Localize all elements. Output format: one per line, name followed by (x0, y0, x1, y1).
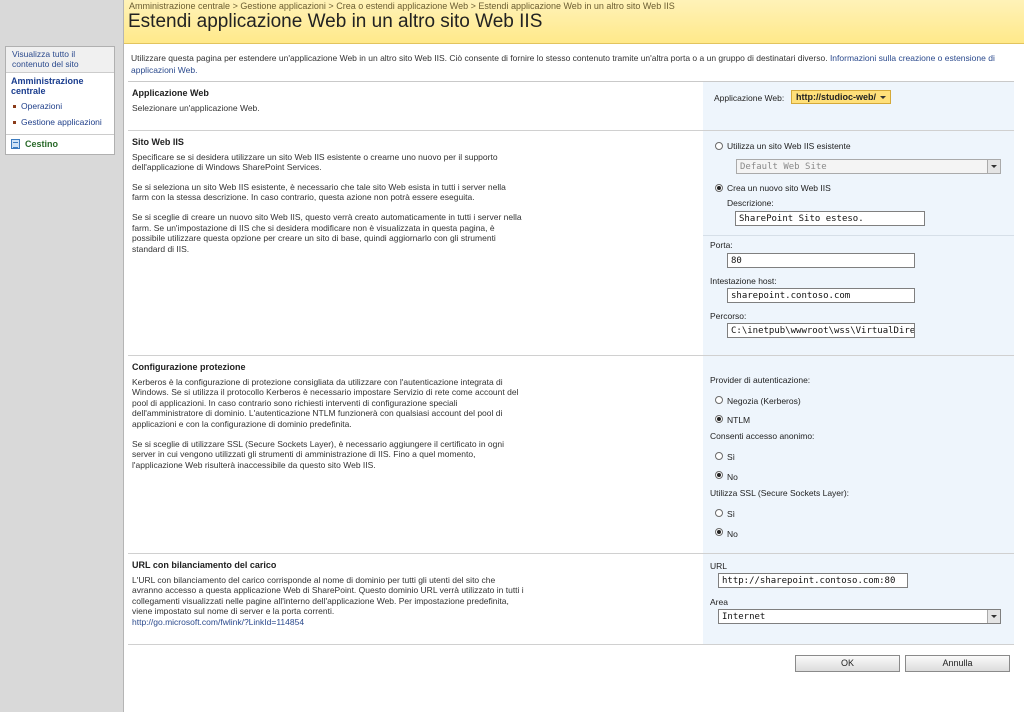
path-label: Percorso: (710, 311, 747, 321)
auth-provider-label: Provider di autenticazione: (710, 375, 811, 385)
section-paragraph: L'URL con bilanciamento del carico corri… (132, 575, 524, 628)
breadcrumb: Amministrazione centrale > Gestione appl… (129, 1, 675, 11)
section-info: Applicazione Web Selezionare un'applicaz… (132, 88, 524, 122)
existing-site-value: Default Web Site (740, 162, 827, 172)
breadcrumb-separator: > (232, 1, 238, 11)
description-input[interactable]: SharePoint Sito esteso. (735, 211, 925, 226)
section-title: URL con bilanciamento del carico (132, 560, 277, 570)
section-info: Sito Web IIS Specificare se si desidera … (132, 137, 524, 263)
use-existing-site-label: Utilizza un sito Web IIS esistente (727, 141, 851, 151)
bullet-icon (13, 104, 16, 108)
section-title: Configurazione protezione (132, 362, 246, 372)
section-paragraph: Specificare se si desidera utilizzare un… (132, 151, 498, 173)
section-paragraph: Kerberos è la configurazione di protezio… (132, 376, 519, 429)
ssl-no-radio[interactable] (715, 528, 723, 536)
nav-item-application-management[interactable]: Gestione applicazioni (6, 114, 114, 130)
section-controls: Applicazione Web: http://studioc-web/ (703, 82, 1014, 130)
web-application-label: Applicazione Web: (714, 93, 785, 103)
anonymous-yes-radio[interactable] (715, 452, 723, 460)
ntlm-label: NTLM (727, 415, 751, 425)
breadcrumb-item-create-extend[interactable]: Crea o estendi applicazione Web (336, 1, 468, 11)
anonymous-access-label: Consenti accesso anonimo: (710, 431, 815, 441)
path-input[interactable]: C:\inetpub\wwwroot\wss\VirtualDirector (727, 323, 915, 338)
anonymous-no-radio[interactable] (715, 471, 723, 479)
section-info: Configurazione protezione Kerberos è la … (132, 362, 524, 479)
section-description: Selezionare un'applicazione Web. (132, 102, 260, 113)
recycle-bin-label: Cestino (25, 139, 59, 149)
breadcrumb-item-central-admin[interactable]: Amministrazione centrale (129, 1, 230, 11)
help-link[interactable]: http://go.microsoft.com/fwlink/?LinkId=1… (132, 617, 304, 627)
recycle-bin-icon (11, 139, 20, 149)
nav-item-label: Gestione applicazioni (21, 117, 102, 127)
nav-section-central-admin[interactable]: Amministrazione centrale (6, 73, 114, 98)
web-application-selector[interactable]: http://studioc-web/ (791, 90, 891, 104)
zone-label: Area (710, 597, 728, 607)
ok-button[interactable]: OK (795, 655, 900, 672)
nav-item-label: Operazioni (21, 101, 63, 111)
view-all-site-content-link[interactable]: Visualizza tutto il contenuto del sito (6, 47, 114, 73)
section-controls: URL http://sharepoint.contoso.com:80 Are… (703, 554, 1014, 644)
chevron-down-icon (987, 160, 1000, 173)
section-security-configuration: Configurazione protezione Kerberos è la … (128, 356, 1014, 554)
section-web-application: Applicazione Web Selezionare un'applicaz… (128, 82, 1014, 131)
section-title: Applicazione Web (132, 88, 209, 98)
breadcrumb-item-application-management[interactable]: Gestione applicazioni (240, 1, 326, 11)
section-controls: Provider di autenticazione: Negozia (Ker… (703, 356, 1014, 553)
quick-launch: Visualizza tutto il contenuto del sito A… (5, 46, 115, 155)
breadcrumb-item-current: Estendi applicazione Web in un altro sit… (478, 1, 675, 11)
host-header-input[interactable]: sharepoint.contoso.com (727, 288, 915, 303)
section-paragraph: Se si sceglie di utilizzare SSL (Secure … (132, 438, 504, 470)
section-load-balanced-url: URL con bilanciamento del carico L'URL c… (128, 554, 1014, 645)
description-label: Descrizione: (727, 198, 774, 208)
section-title: Sito Web IIS (132, 137, 184, 147)
recycle-bin-link[interactable]: Cestino (6, 135, 114, 154)
inner-divider (703, 235, 1014, 236)
use-existing-site-radio[interactable] (715, 142, 723, 150)
anonymous-yes-label: Sì (727, 452, 736, 462)
existing-site-select[interactable]: Default Web Site (736, 159, 1001, 174)
page-header: Amministrazione centrale > Gestione appl… (124, 0, 1024, 44)
host-header-label: Intestazione host: (710, 276, 777, 286)
port-label: Porta: (710, 240, 733, 250)
breadcrumb-separator: > (328, 1, 334, 11)
left-navigation: Visualizza tutto il contenuto del sito A… (0, 0, 124, 712)
ssl-yes-radio[interactable] (715, 509, 723, 517)
anonymous-no-label: No (727, 472, 738, 482)
section-paragraph: Se si sceglie di creare un nuovo sito We… (132, 211, 522, 254)
nav-item-operations[interactable]: Operazioni (6, 98, 114, 114)
ssl-no-label: No (727, 529, 738, 539)
intro-text: Utilizzare questa pagina per estendere u… (131, 53, 828, 63)
section-iis-web-site: Sito Web IIS Specificare se si desidera … (128, 131, 1014, 356)
create-new-site-radio[interactable] (715, 184, 723, 192)
web-application-value: http://studioc-web/ (796, 92, 876, 102)
ntlm-radio[interactable] (715, 415, 723, 423)
kerberos-radio[interactable] (715, 396, 723, 404)
zone-select[interactable]: Internet (718, 609, 1001, 624)
load-balanced-url-input[interactable]: http://sharepoint.contoso.com:80 (718, 573, 908, 588)
zone-value: Internet (722, 612, 766, 622)
page-description: Utilizzare questa pagina per estendere u… (131, 52, 1011, 76)
port-input[interactable]: 80 (727, 253, 915, 268)
page-title: Estendi applicazione Web in un altro sit… (128, 11, 543, 32)
url-label: URL (710, 561, 728, 571)
kerberos-label: Negozia (Kerberos) (727, 396, 801, 406)
cancel-button[interactable]: Annulla (905, 655, 1010, 672)
breadcrumb-separator: > (470, 1, 476, 11)
chevron-down-icon (987, 610, 1000, 623)
ssl-label: Utilizza SSL (Secure Sockets Layer): (710, 488, 850, 498)
section-paragraph: Se si seleziona un sito Web IIS esistent… (132, 181, 506, 203)
chevron-down-icon (880, 96, 886, 99)
section-controls: Utilizza un sito Web IIS esistente Defau… (703, 131, 1014, 355)
section-paragraph-text: L'URL con bilanciamento del carico corri… (132, 574, 524, 617)
create-new-site-label: Crea un nuovo sito Web IIS (727, 183, 831, 193)
section-info: URL con bilanciamento del carico L'URL c… (132, 560, 524, 628)
ssl-yes-label: Sì (727, 509, 736, 519)
bullet-icon (13, 120, 16, 124)
